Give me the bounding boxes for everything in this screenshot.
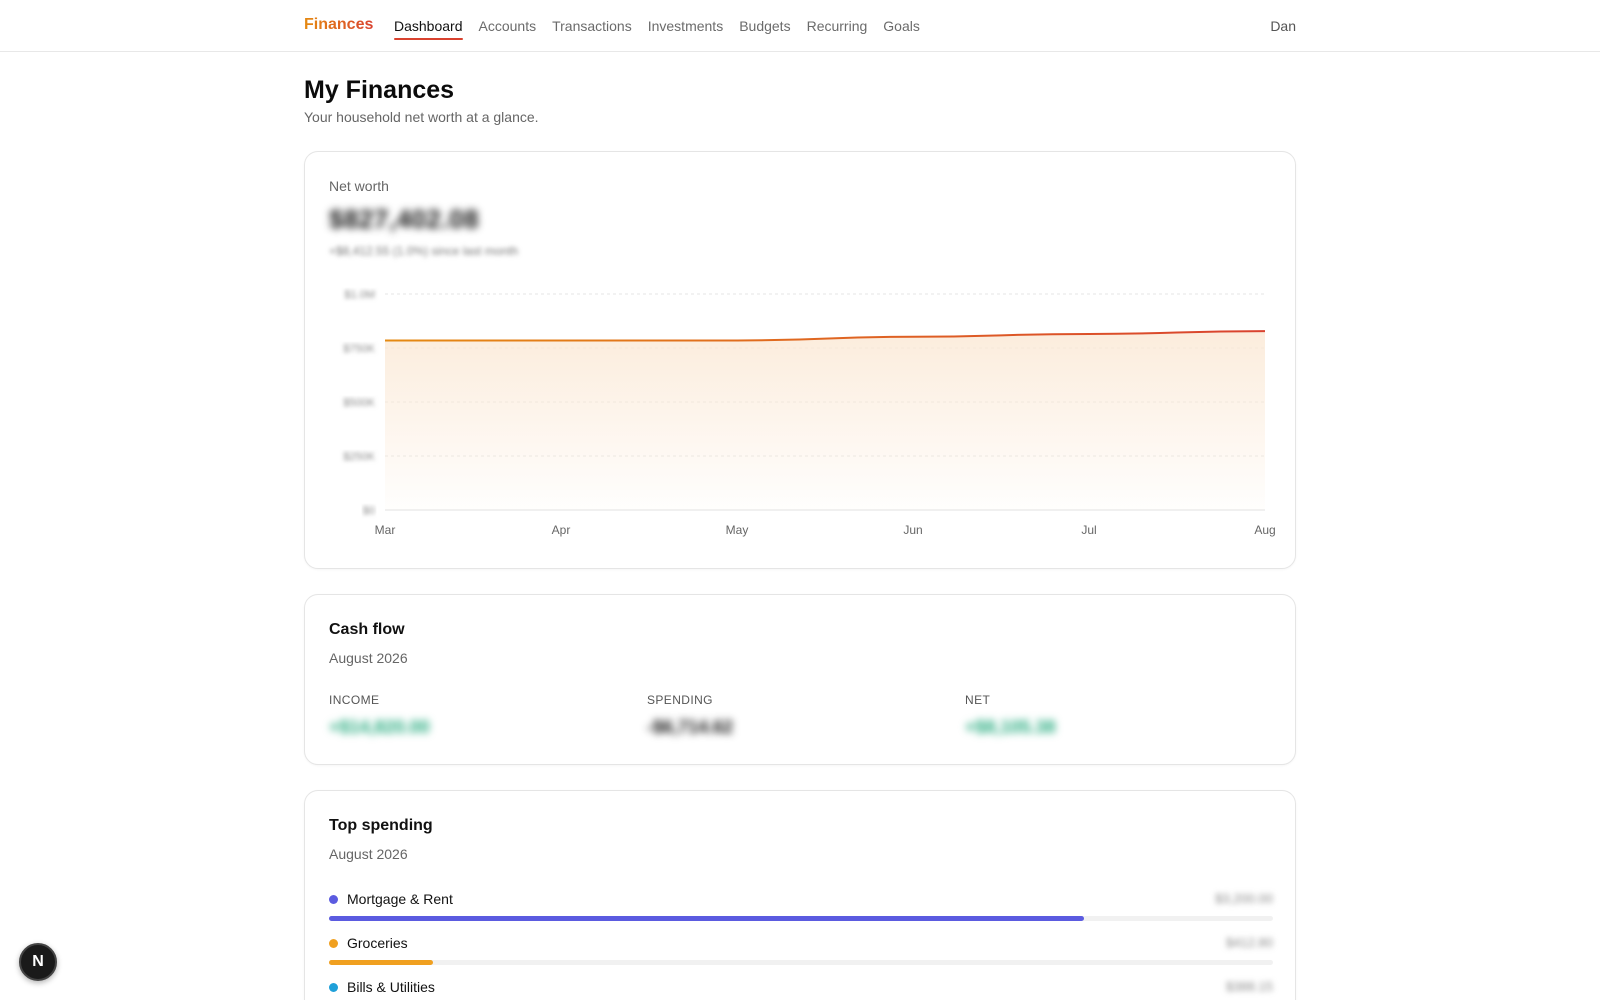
chart-x-tick-label: Jul bbox=[1081, 523, 1096, 537]
spending-value: -$6,714.62 bbox=[647, 717, 734, 737]
category-dot-icon bbox=[329, 894, 338, 904]
nav-budgets[interactable]: Budgets bbox=[739, 18, 790, 38]
chart-x-tick-label: Aug bbox=[1254, 523, 1275, 537]
spending-row-bills[interactable]: Bills & Utilities $388.15 bbox=[329, 979, 1273, 1000]
nav-accounts[interactable]: Accounts bbox=[479, 18, 537, 38]
category-name: Groceries bbox=[347, 935, 408, 951]
category-name: Mortgage & Rent bbox=[347, 891, 453, 907]
cash-flow-title: Cash flow bbox=[329, 621, 405, 638]
net-stat: NET +$8,105.38 bbox=[965, 693, 1056, 738]
chart-x-tick-label: Apr bbox=[552, 523, 571, 537]
chart-x-tick-label: May bbox=[726, 523, 749, 537]
chart-y-tick-label: $1.0M bbox=[344, 289, 375, 301]
category-amount: $3,200.00 bbox=[1215, 891, 1273, 906]
net-worth-card: Net worth $827,402.08 +$8,412.55 (1.0%) … bbox=[304, 151, 1296, 569]
chart-x-tick-label: Jun bbox=[903, 523, 922, 537]
net-worth-value: $827,402.08 bbox=[329, 204, 480, 234]
income-stat: INCOME +$14,820.00 bbox=[329, 693, 430, 738]
chart-y-tick-label: $750K bbox=[343, 343, 375, 355]
net-value: +$8,105.38 bbox=[965, 717, 1056, 737]
spending-row-groceries[interactable]: Groceries $412.80 bbox=[329, 935, 1273, 965]
net-worth-change: +$8,412.55 (1.0%) since last month bbox=[329, 244, 519, 258]
category-bar-track bbox=[329, 916, 1273, 921]
nav-recurring[interactable]: Recurring bbox=[807, 18, 868, 38]
spending-row-mortgage[interactable]: Mortgage & Rent $3,200.00 bbox=[329, 891, 1273, 921]
category-dot-icon bbox=[329, 982, 338, 992]
nav-goals[interactable]: Goals bbox=[883, 18, 920, 38]
cash-flow-period: August 2026 bbox=[329, 650, 408, 666]
chart-y-tick-label: $500K bbox=[343, 397, 375, 409]
nav-transactions[interactable]: Transactions bbox=[552, 18, 632, 38]
nav-investments[interactable]: Investments bbox=[648, 18, 723, 38]
category-bar-fill bbox=[329, 916, 1085, 921]
next-dev-badge-icon[interactable]: N bbox=[19, 943, 57, 981]
brand-logo[interactable]: Finances bbox=[304, 16, 373, 34]
top-spending-card: Top spending August 2026 Mortgage & Rent… bbox=[304, 790, 1296, 1000]
net-worth-label: Net worth bbox=[329, 178, 389, 194]
page-title: My Finances bbox=[304, 76, 455, 104]
category-name: Bills & Utilities bbox=[347, 979, 435, 995]
user-menu[interactable]: Dan bbox=[1270, 18, 1296, 34]
nav-dashboard[interactable]: Dashboard bbox=[394, 18, 463, 40]
category-bar-track bbox=[329, 960, 1273, 965]
chart-y-tick-label: $250K bbox=[343, 451, 375, 463]
cash-flow-card: Cash flow August 2026 INCOME +$14,820.00… bbox=[304, 594, 1296, 765]
income-label: INCOME bbox=[329, 693, 380, 707]
spending-label: SPENDING bbox=[647, 693, 713, 707]
main-nav: Dashboard Accounts Transactions Investme… bbox=[394, 18, 936, 40]
category-amount: $412.80 bbox=[1226, 935, 1273, 950]
spending-stat: SPENDING -$6,714.62 bbox=[647, 693, 733, 738]
category-amount: $388.15 bbox=[1226, 979, 1273, 994]
top-spending-period: August 2026 bbox=[329, 846, 408, 862]
net-label: NET bbox=[965, 693, 991, 707]
page-subtitle: Your household net worth at a glance. bbox=[304, 109, 539, 125]
category-bar-fill bbox=[329, 960, 433, 965]
category-dot-icon bbox=[329, 938, 338, 948]
chart-area bbox=[385, 331, 1265, 510]
top-spending-title: Top spending bbox=[329, 817, 433, 834]
top-navbar: Finances Dashboard Accounts Transactions… bbox=[0, 0, 1600, 52]
net-worth-chart: $1.0M $750K $500K $250K $0Mar Apr May Jun Jul Aug bbox=[343, 289, 1275, 537]
income-value: +$14,820.00 bbox=[329, 717, 430, 737]
chart-y-tick-label: $0 bbox=[363, 505, 375, 517]
chart-x-tick-label: Mar bbox=[375, 523, 396, 537]
